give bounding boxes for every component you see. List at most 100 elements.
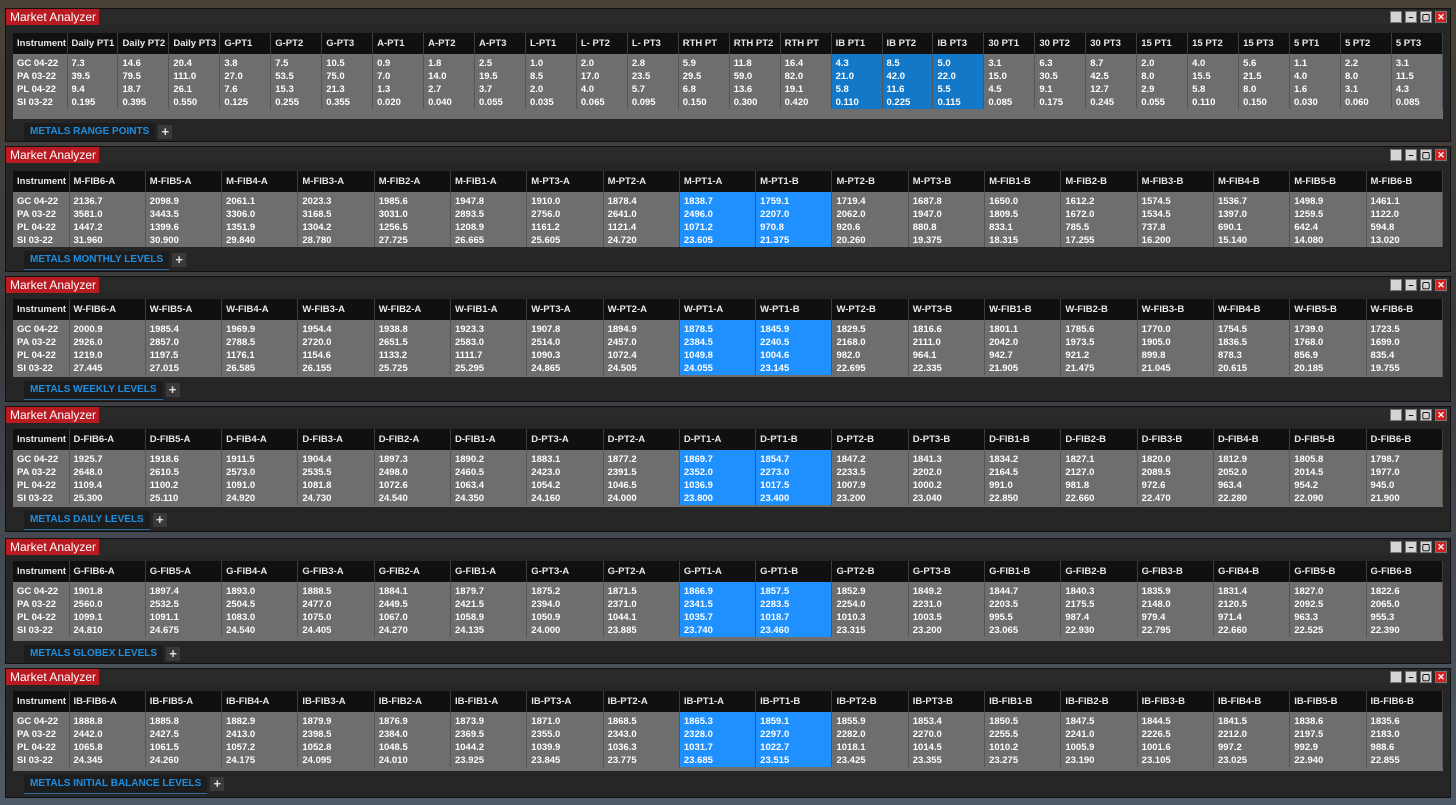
value-cell[interactable]: 23.925 [450, 754, 528, 767]
value-cell[interactable]: 13.020 [1366, 234, 1444, 247]
maximize-icon[interactable]: ▢ [1420, 149, 1432, 161]
value-cell[interactable]: 0.395 [117, 96, 170, 109]
column-header[interactable]: W-FIB5-A [145, 299, 223, 320]
value-cell[interactable]: 0.195 [67, 96, 119, 109]
value-cell[interactable]: 24.865 [526, 362, 604, 375]
column-header[interactable]: Daily PT2 [117, 33, 170, 54]
value-cell[interactable]: 24.920 [221, 492, 299, 505]
value-cell[interactable]: 2421.5 [450, 598, 528, 611]
value-cell[interactable]: 1091.0 [221, 479, 299, 492]
value-cell[interactable]: 22.850 [984, 492, 1062, 505]
column-header[interactable]: IB-PT3-A [526, 691, 604, 712]
column-header[interactable]: M-PT2-A [603, 171, 680, 192]
value-cell[interactable]: 955.3 [1366, 611, 1444, 624]
value-cell[interactable]: 4.3 [831, 54, 883, 70]
value-cell[interactable]: 1005.9 [1060, 741, 1138, 754]
value-cell[interactable]: 1036.3 [603, 741, 680, 754]
value-cell[interactable]: 23.355 [908, 754, 986, 767]
value-cell[interactable]: 1534.5 [1137, 208, 1214, 221]
value-cell[interactable]: 0.255 [270, 96, 323, 109]
value-cell[interactable]: 1875.2 [526, 582, 604, 598]
tab-active[interactable]: METALS DAILY LEVELS [24, 510, 150, 530]
value-cell[interactable]: 2197.5 [1289, 728, 1367, 741]
value-cell[interactable]: 18.7 [117, 83, 170, 96]
value-cell[interactable]: 1072.6 [374, 479, 451, 492]
value-cell[interactable]: 22.795 [1137, 624, 1214, 637]
value-cell[interactable]: 2283.5 [755, 598, 833, 611]
value-cell[interactable]: 1091.1 [145, 611, 223, 624]
value-cell[interactable]: 1035.7 [679, 611, 757, 624]
value-cell[interactable]: 2120.5 [1213, 598, 1291, 611]
value-cell[interactable]: 2231.0 [908, 598, 986, 611]
value-cell[interactable]: 1834.2 [984, 450, 1062, 466]
value-cell[interactable]: 30.5 [1034, 70, 1087, 83]
tab-active[interactable]: METALS GLOBEX LEVELS [24, 644, 164, 663]
value-cell[interactable]: 2423.0 [526, 466, 604, 479]
value-cell[interactable]: 2127.0 [1060, 466, 1138, 479]
value-cell[interactable]: 1859.1 [755, 712, 833, 728]
value-cell[interactable]: 1754.5 [1213, 320, 1291, 336]
value-cell[interactable]: 1.0 [525, 54, 577, 70]
column-header-instrument[interactable]: Instrument [13, 33, 68, 54]
minimize-icon[interactable]: – [1405, 409, 1417, 421]
column-header[interactable]: IB-FIB6-B [1366, 691, 1444, 712]
maximize-icon[interactable]: ▢ [1420, 541, 1432, 553]
column-header[interactable]: IB-FIB2-B [1060, 691, 1138, 712]
instrument-cell[interactable]: GC 04-22 [13, 54, 68, 70]
table-row[interactable]: PL 04-22 1065.8 1061.5 1057.2 1052.8 1048.5 10… [13, 741, 1444, 754]
value-cell[interactable]: 2369.5 [450, 728, 528, 741]
value-cell[interactable]: 2270.0 [908, 728, 986, 741]
value-cell[interactable]: 2648.0 [69, 466, 146, 479]
value-cell[interactable]: 21.475 [1060, 362, 1138, 375]
value-cell[interactable]: 2857.0 [145, 336, 223, 349]
column-header[interactable]: G-PT3-B [908, 561, 986, 582]
value-cell[interactable]: 20.615 [1213, 362, 1291, 375]
value-cell[interactable]: 2477.0 [297, 598, 375, 611]
value-cell[interactable]: 1018.1 [831, 741, 909, 754]
value-cell[interactable]: 1536.7 [1213, 192, 1291, 208]
instrument-cell[interactable]: PL 04-22 [13, 611, 70, 624]
value-cell[interactable]: 991.0 [984, 479, 1062, 492]
value-cell[interactable]: 22.930 [1060, 624, 1138, 637]
table-row[interactable]: SI 03-22 27.445 27.015 26.585 26.155 25.725 25… [13, 362, 1444, 375]
value-cell[interactable]: 1878.4 [603, 192, 680, 208]
value-cell[interactable]: 2514.0 [526, 336, 604, 349]
value-cell[interactable]: 19.1 [780, 83, 832, 96]
value-cell[interactable]: 1351.9 [221, 221, 299, 234]
table-row[interactable]: PA 03-22 39.5 79.5 111.0 27.0 53.5 75.0 7.0 14.0… [13, 70, 1444, 83]
value-cell[interactable]: 2.0 [1136, 54, 1189, 70]
value-cell[interactable]: 2926.0 [69, 336, 146, 349]
analyzer-grid[interactable]: Instrument D-FIB6-A D-FIB5-A D-FIB4-A D-FIB3… [13, 429, 1444, 507]
value-cell[interactable]: 0.040 [423, 96, 475, 109]
column-header[interactable]: IB-FIB4-A [221, 691, 299, 712]
column-header-instrument[interactable]: Instrument [13, 561, 70, 582]
value-cell[interactable]: 23.515 [755, 754, 833, 767]
value-cell[interactable]: 2496.0 [679, 208, 757, 221]
value-cell[interactable]: 1809.5 [984, 208, 1062, 221]
value-cell[interactable]: 5.8 [1187, 83, 1240, 96]
value-cell[interactable]: 0.085 [1391, 96, 1444, 109]
column-header[interactable]: 5 PT3 [1391, 33, 1444, 54]
value-cell[interactable]: 2207.0 [755, 208, 833, 221]
value-cell[interactable]: 28.780 [297, 234, 375, 247]
column-header[interactable]: IB-FIB1-B [984, 691, 1062, 712]
value-cell[interactable]: 14.080 [1289, 234, 1367, 247]
minimize-icon[interactable]: – [1405, 541, 1417, 553]
value-cell[interactable]: 14.0 [423, 70, 475, 83]
value-cell[interactable]: 2000.9 [69, 320, 146, 336]
value-cell[interactable]: 899.8 [1137, 349, 1214, 362]
value-cell[interactable]: 1816.6 [908, 320, 986, 336]
value-cell[interactable]: 0.175 [1034, 96, 1087, 109]
value-cell[interactable]: 1031.7 [679, 741, 757, 754]
table-row[interactable]: SI 03-22 25.300 25.110 24.920 24.730 24.540 24… [13, 492, 1444, 505]
value-cell[interactable]: 2098.9 [145, 192, 223, 208]
table-row[interactable]: GC 04-22 2136.7 2098.9 2061.1 2023.3 1985.6 19… [13, 192, 1444, 208]
value-cell[interactable]: 2442.0 [69, 728, 146, 741]
value-cell[interactable]: 1885.8 [145, 712, 223, 728]
value-cell[interactable]: 2183.0 [1366, 728, 1444, 741]
value-cell[interactable]: 111.0 [168, 70, 221, 83]
value-cell[interactable]: 987.4 [1060, 611, 1138, 624]
value-cell[interactable]: 1798.7 [1366, 450, 1444, 466]
value-cell[interactable]: 23.425 [831, 754, 909, 767]
column-header[interactable]: D-FIB2-B [1060, 429, 1138, 450]
